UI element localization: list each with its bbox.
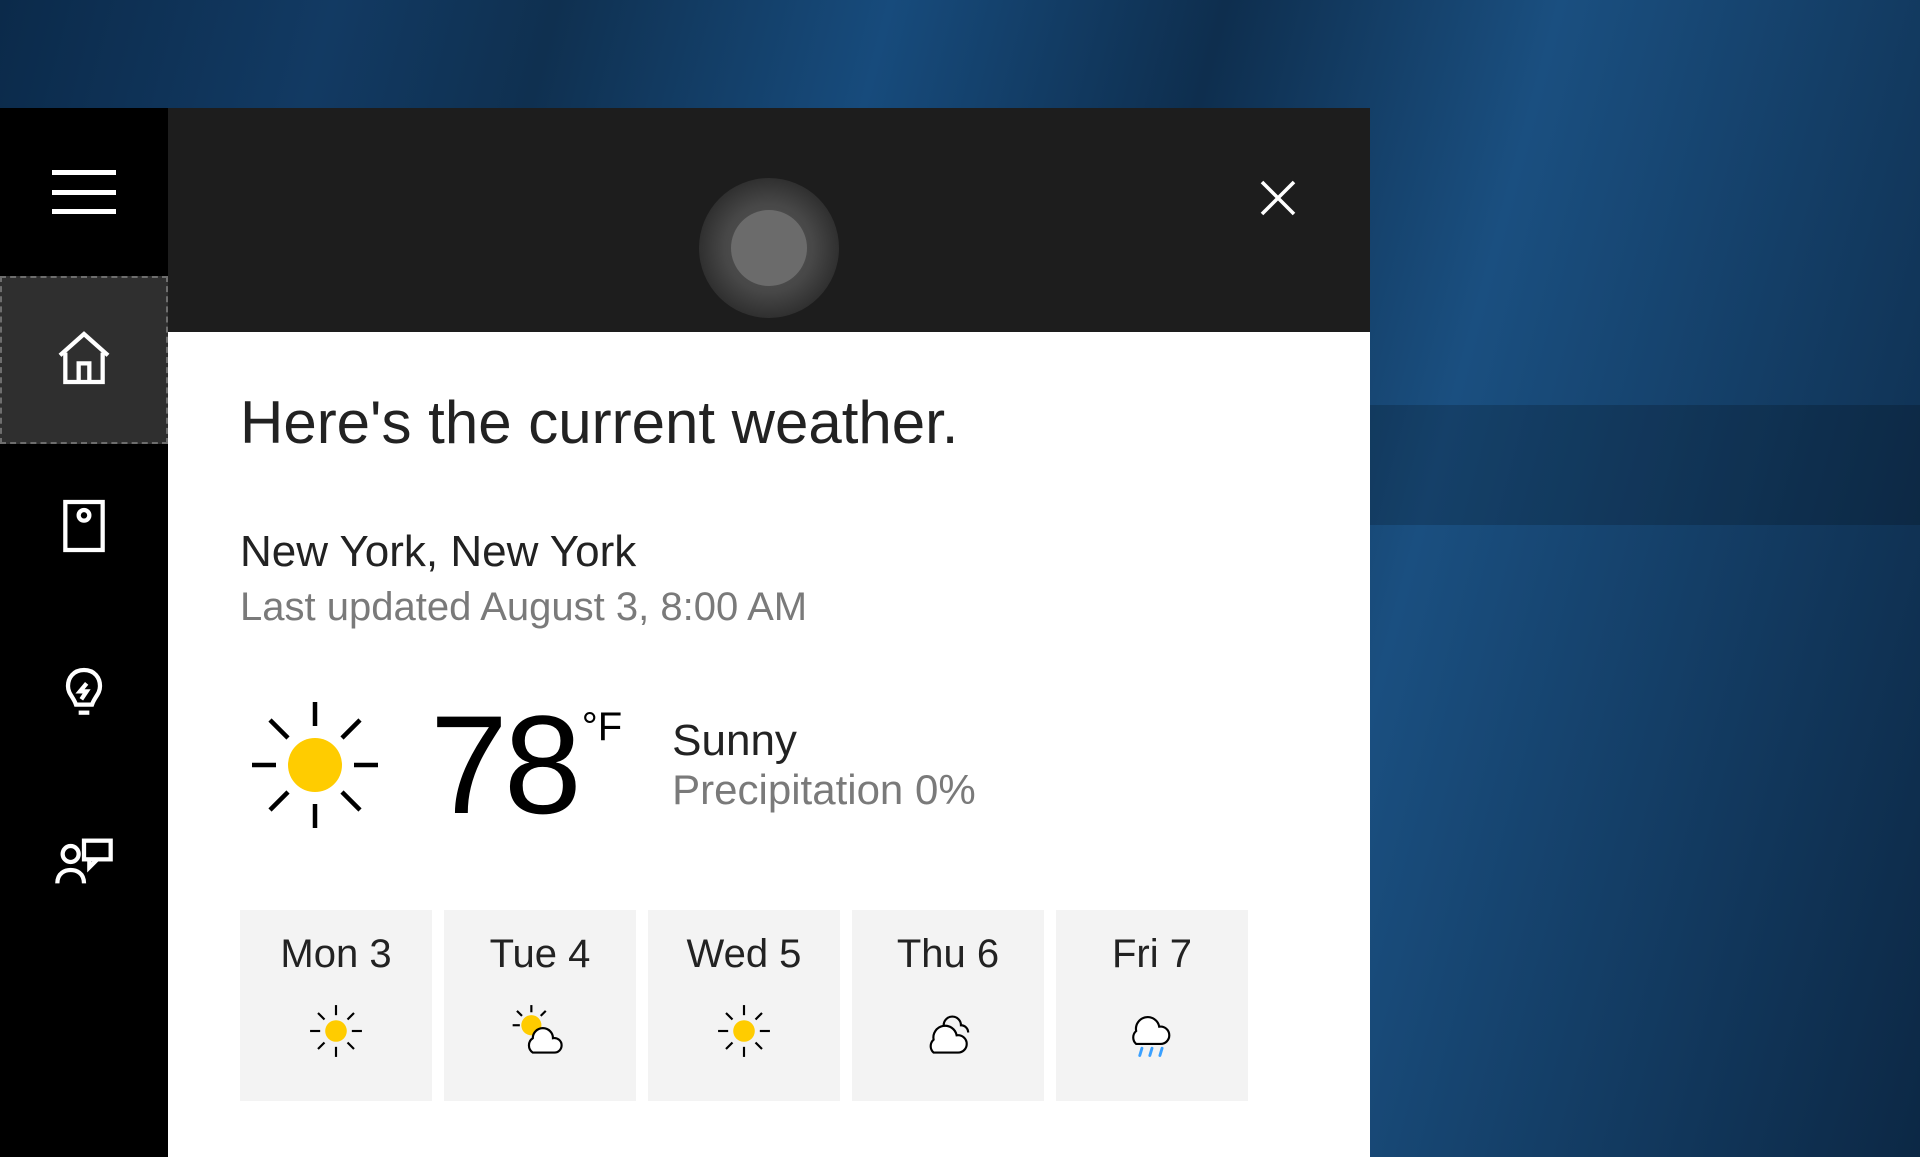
sidebar-item-home[interactable] (0, 276, 168, 444)
forecast-row: Mon 3 Tue 4 We (240, 910, 1298, 1101)
close-icon (1254, 174, 1302, 227)
current-temp: 78 °F (430, 695, 622, 835)
lightbulb-icon (52, 662, 116, 731)
sun-icon (240, 991, 432, 1071)
cortana-panel: Here's the current weather. New York, Ne… (0, 108, 1370, 1157)
sun-icon (648, 991, 840, 1071)
panel-right: Here's the current weather. New York, Ne… (168, 108, 1370, 1157)
sun-icon (240, 690, 390, 840)
forecast-day-label: Mon 3 (240, 932, 432, 977)
sidebar (0, 108, 168, 1157)
forecast-day[interactable]: Fri 7 (1056, 910, 1248, 1101)
weather-updated: Last updated August 3, 8:00 AM (240, 585, 1298, 630)
forecast-day[interactable]: Thu 6 (852, 910, 1044, 1101)
sun-cloud-icon (444, 991, 636, 1071)
weather-heading: Here's the current weather. (240, 388, 1298, 457)
forecast-day-label: Fri 7 (1056, 932, 1248, 977)
temp-unit: °F (582, 705, 622, 750)
sidebar-item-notebook[interactable] (0, 444, 168, 612)
sidebar-item-tips[interactable] (0, 612, 168, 780)
current-weather: 78 °F Sunny Precipitation 0% (240, 690, 1298, 840)
temp-value: 78 (430, 695, 578, 835)
forecast-day[interactable]: Wed 5 (648, 910, 840, 1101)
home-icon (52, 326, 116, 395)
precipitation-text: Precipitation 0% (672, 766, 976, 814)
hamburger-icon (52, 170, 116, 214)
weather-card: Here's the current weather. New York, Ne… (168, 332, 1370, 1157)
hamburger-button[interactable] (0, 108, 168, 276)
cortana-logo-icon[interactable] (699, 178, 839, 318)
person-feedback-icon (52, 830, 116, 899)
notebook-icon (52, 494, 116, 563)
forecast-day-label: Wed 5 (648, 932, 840, 977)
rain-icon (1056, 991, 1248, 1071)
cortana-topbar (168, 108, 1370, 332)
forecast-day[interactable]: Mon 3 (240, 910, 432, 1101)
cloud-icon (852, 991, 1044, 1071)
forecast-day[interactable]: Tue 4 (444, 910, 636, 1101)
close-button[interactable] (1242, 164, 1314, 236)
forecast-day-label: Tue 4 (444, 932, 636, 977)
forecast-day-label: Thu 6 (852, 932, 1044, 977)
sidebar-item-feedback[interactable] (0, 780, 168, 948)
condition-text: Sunny (672, 716, 976, 766)
weather-location: New York, New York (240, 527, 1298, 577)
